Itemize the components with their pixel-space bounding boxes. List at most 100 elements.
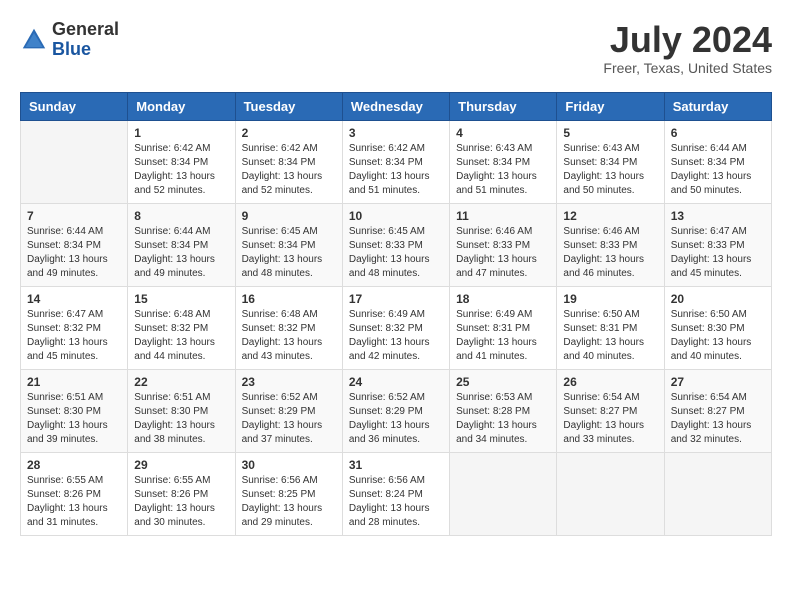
- calendar-week-row: 21 Sunrise: 6:51 AM Sunset: 8:30 PM Dayli…: [21, 369, 772, 452]
- day-number: 28: [27, 458, 121, 472]
- day-info: Sunrise: 6:43 AM Sunset: 8:34 PM Dayligh…: [456, 142, 550, 198]
- day-number: 27: [671, 375, 765, 389]
- day-info: Sunrise: 6:56 AM Sunset: 8:25 PM Dayligh…: [242, 474, 336, 530]
- calendar-cell: 4Sunrise: 6:43 AM Sunset: 8:34 PM Daylig…: [450, 120, 557, 203]
- day-number: 26: [563, 375, 657, 389]
- day-number: 24: [349, 375, 443, 389]
- day-info: Sunrise: 6:49 AM Sunset: 8:32 PM Dayligh…: [349, 308, 443, 364]
- title-block: July 2024 Freer, Texas, United States: [603, 20, 772, 76]
- day-number: 14: [27, 292, 121, 306]
- day-number: 30: [242, 458, 336, 472]
- day-info: Sunrise: 6:45 AM Sunset: 8:33 PM Dayligh…: [349, 225, 443, 281]
- calendar-cell: 7 Sunrise: 6:44 AM Sunset: 8:34 PM Daylig…: [21, 203, 128, 286]
- calendar-cell: 28Sunrise: 6:55 AM Sunset: 8:26 PM Dayli…: [21, 452, 128, 535]
- calendar-cell: 22 Sunrise: 6:51 AM Sunset: 8:30 PM Dayli…: [128, 369, 235, 452]
- day-info: Sunrise: 6:51 AM Sunset: 8:30 PM Dayligh…: [27, 391, 121, 447]
- day-info: Sunrise: 6:52 AM Sunset: 8:29 PM Dayligh…: [242, 391, 336, 447]
- day-number: 3: [349, 126, 443, 140]
- calendar-week-row: 28 Sunrise: 6:55 AM Sunset: 8:26 PM Dayli…: [21, 452, 772, 535]
- day-number: 15: [134, 292, 228, 306]
- calendar-cell: 10 Sunrise: 6:45 AM Sunset: 8:33 PM Dayli…: [342, 203, 449, 286]
- calendar-cell: 11 Sunrise: 6:46 AM Sunset: 8:33 PM Dayli…: [450, 203, 557, 286]
- day-info: Sunrise: 6:46 AM Sunset: 8:33 PM Dayligh…: [456, 225, 550, 281]
- weekday-header: Saturday: [664, 92, 771, 120]
- calendar-week-row: 7 Sunrise: 6:44 AM Sunset: 8:34 PM Daylig…: [21, 203, 772, 286]
- day-number: 9: [242, 209, 336, 223]
- logo-text: General Blue: [52, 20, 119, 60]
- day-info: Sunrise: 6:42 AM Sunset: 8:34 PM Dayligh…: [242, 142, 336, 198]
- calendar-table: SundayMondayTuesdayWednesdayThursdayFrid…: [20, 92, 772, 536]
- day-info: Sunrise: 6:50 AM Sunset: 8:31 PM Dayligh…: [563, 308, 657, 364]
- day-number: 5: [563, 126, 657, 140]
- day-info: Sunrise: 6:50 AM Sunset: 8:30 PM Dayligh…: [671, 308, 765, 364]
- calendar-cell: 12Sunrise: 6:46 AM Sunset: 8:33 PM Dayli…: [557, 203, 664, 286]
- calendar-cell: 3 Sunrise: 6:42 AM Sunset: 8:34 PM Daylig…: [342, 120, 449, 203]
- day-info: Sunrise: 6:52 AM Sunset: 8:29 PM Dayligh…: [349, 391, 443, 447]
- calendar-cell: [557, 452, 664, 535]
- calendar-cell: 24 Sunrise: 6:52 AM Sunset: 8:29 PM Dayli…: [342, 369, 449, 452]
- day-number: 31: [349, 458, 443, 472]
- calendar-cell: 13 Sunrise: 6:47 AM Sunset: 8:33 PM Dayli…: [664, 203, 771, 286]
- day-number: 29: [134, 458, 228, 472]
- day-number: 25: [456, 375, 550, 389]
- day-number: 10: [349, 209, 443, 223]
- weekday-header: Friday: [557, 92, 664, 120]
- calendar-cell: [21, 120, 128, 203]
- day-info: Sunrise: 6:43 AM Sunset: 8:34 PM Dayligh…: [563, 142, 657, 198]
- day-info: Sunrise: 6:44 AM Sunset: 8:34 PM Dayligh…: [671, 142, 765, 198]
- calendar-cell: 23 Sunrise: 6:52 AM Sunset: 8:29 PM Dayli…: [235, 369, 342, 452]
- day-info: Sunrise: 6:53 AM Sunset: 8:28 PM Dayligh…: [456, 391, 550, 447]
- day-info: Sunrise: 6:51 AM Sunset: 8:30 PM Dayligh…: [134, 391, 228, 447]
- logo: General Blue: [20, 20, 119, 60]
- day-number: 23: [242, 375, 336, 389]
- day-number: 2: [242, 126, 336, 140]
- day-info: Sunrise: 6:44 AM Sunset: 8:34 PM Dayligh…: [27, 225, 121, 281]
- day-info: Sunrise: 6:54 AM Sunset: 8:27 PM Dayligh…: [671, 391, 765, 447]
- calendar-cell: 26Sunrise: 6:54 AM Sunset: 8:27 PM Dayli…: [557, 369, 664, 452]
- calendar-week-row: 14 Sunrise: 6:47 AM Sunset: 8:32 PM Dayli…: [21, 286, 772, 369]
- weekday-header: Thursday: [450, 92, 557, 120]
- calendar-week-row: 1Sunrise: 6:42 AM Sunset: 8:34 PM Daylig…: [21, 120, 772, 203]
- calendar-cell: 15 Sunrise: 6:48 AM Sunset: 8:32 PM Dayli…: [128, 286, 235, 369]
- day-info: Sunrise: 6:42 AM Sunset: 8:34 PM Dayligh…: [349, 142, 443, 198]
- calendar-cell: 30 Sunrise: 6:56 AM Sunset: 8:25 PM Dayli…: [235, 452, 342, 535]
- day-info: Sunrise: 6:49 AM Sunset: 8:31 PM Dayligh…: [456, 308, 550, 364]
- day-number: 21: [27, 375, 121, 389]
- calendar-cell: 20Sunrise: 6:50 AM Sunset: 8:30 PM Dayli…: [664, 286, 771, 369]
- day-number: 11: [456, 209, 550, 223]
- day-number: 8: [134, 209, 228, 223]
- weekday-header-row: SundayMondayTuesdayWednesdayThursdayFrid…: [21, 92, 772, 120]
- calendar-cell: 31Sunrise: 6:56 AM Sunset: 8:24 PM Dayli…: [342, 452, 449, 535]
- calendar-cell: 16Sunrise: 6:48 AM Sunset: 8:32 PM Dayli…: [235, 286, 342, 369]
- calendar-cell: 19Sunrise: 6:50 AM Sunset: 8:31 PM Dayli…: [557, 286, 664, 369]
- calendar-cell: 1Sunrise: 6:42 AM Sunset: 8:34 PM Daylig…: [128, 120, 235, 203]
- day-number: 13: [671, 209, 765, 223]
- day-number: 7: [27, 209, 121, 223]
- calendar-cell: 6 Sunrise: 6:44 AM Sunset: 8:34 PM Daylig…: [664, 120, 771, 203]
- calendar-cell: 2 Sunrise: 6:42 AM Sunset: 8:34 PM Daylig…: [235, 120, 342, 203]
- day-info: Sunrise: 6:48 AM Sunset: 8:32 PM Dayligh…: [134, 308, 228, 364]
- weekday-header: Tuesday: [235, 92, 342, 120]
- calendar-cell: 27 Sunrise: 6:54 AM Sunset: 8:27 PM Dayli…: [664, 369, 771, 452]
- day-number: 17: [349, 292, 443, 306]
- day-number: 22: [134, 375, 228, 389]
- calendar-cell: 29 Sunrise: 6:55 AM Sunset: 8:26 PM Dayli…: [128, 452, 235, 535]
- calendar-cell: 17 Sunrise: 6:49 AM Sunset: 8:32 PM Dayli…: [342, 286, 449, 369]
- day-info: Sunrise: 6:55 AM Sunset: 8:26 PM Dayligh…: [134, 474, 228, 530]
- calendar-cell: 21 Sunrise: 6:51 AM Sunset: 8:30 PM Dayli…: [21, 369, 128, 452]
- month-year-title: July 2024: [603, 20, 772, 60]
- day-info: Sunrise: 6:47 AM Sunset: 8:32 PM Dayligh…: [27, 308, 121, 364]
- weekday-header: Sunday: [21, 92, 128, 120]
- page-header: General Blue July 2024 Freer, Texas, Uni…: [20, 20, 772, 76]
- day-info: Sunrise: 6:45 AM Sunset: 8:34 PM Dayligh…: [242, 225, 336, 281]
- day-info: Sunrise: 6:46 AM Sunset: 8:33 PM Dayligh…: [563, 225, 657, 281]
- day-number: 18: [456, 292, 550, 306]
- day-info: Sunrise: 6:47 AM Sunset: 8:33 PM Dayligh…: [671, 225, 765, 281]
- day-number: 6: [671, 126, 765, 140]
- calendar-cell: 14 Sunrise: 6:47 AM Sunset: 8:32 PM Dayli…: [21, 286, 128, 369]
- weekday-header: Wednesday: [342, 92, 449, 120]
- weekday-header: Monday: [128, 92, 235, 120]
- calendar-cell: 8Sunrise: 6:44 AM Sunset: 8:34 PM Daylig…: [128, 203, 235, 286]
- calendar-cell: [664, 452, 771, 535]
- day-info: Sunrise: 6:42 AM Sunset: 8:34 PM Dayligh…: [134, 142, 228, 198]
